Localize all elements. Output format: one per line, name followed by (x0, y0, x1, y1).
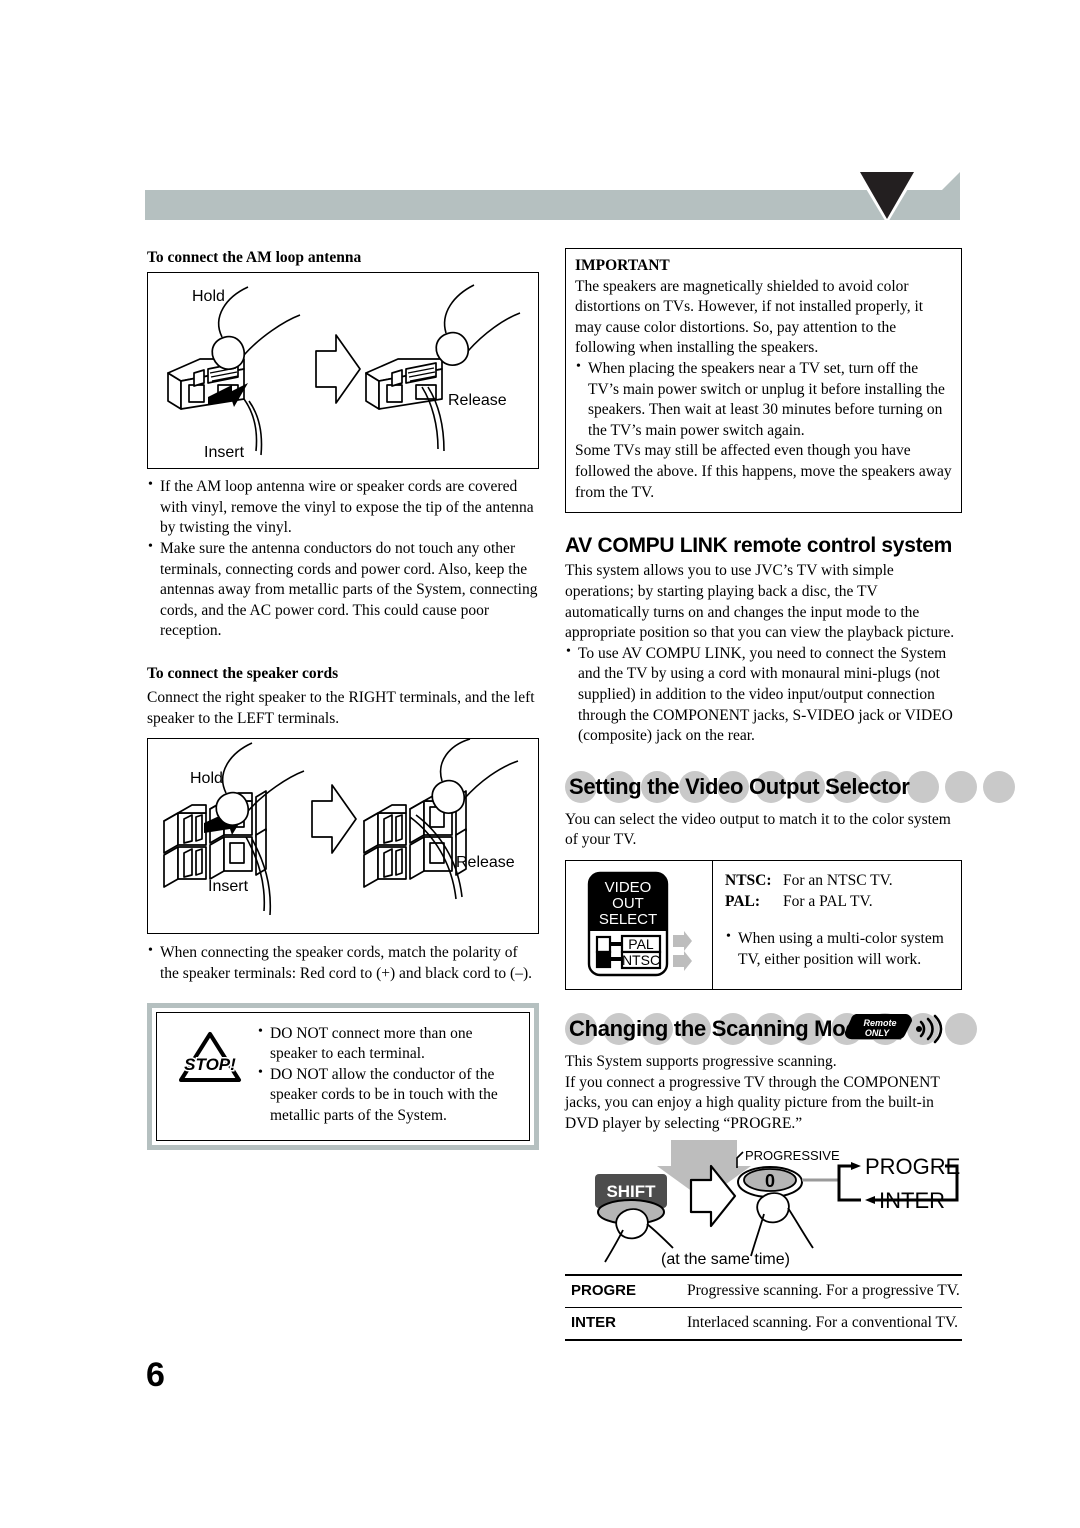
antenna-section-heading: To connect the AM loop antenna (147, 249, 362, 266)
stop-icon-label: STOP! (184, 1055, 236, 1074)
banner-bar (145, 190, 960, 220)
page-header-banner (145, 172, 960, 224)
switch-label-line3: SELECT (599, 911, 657, 928)
table-row: NTSC: For an NTSC TV. (725, 871, 953, 892)
switch-label-line1: VIDEO (605, 879, 652, 896)
important-box: IMPORTANT The speakers are magnetically … (565, 248, 962, 514)
antenna-bullet-list: If the AM loop antenna wire or speaker c… (147, 476, 539, 642)
mode-description: Interlaced scanning. For a conventional … (681, 1307, 962, 1341)
figure-label-release: Release (448, 392, 507, 409)
video-output-heading-text: Setting the Video Output Selector (569, 773, 910, 799)
mode-key: INTER (565, 1307, 681, 1341)
table-row: PROGRE Progressive scanning. For a progr… (565, 1274, 962, 1308)
banner-gray-triangle-icon (912, 172, 960, 220)
remote-only-badge: Remote ONLY (843, 1013, 951, 1046)
list-item: When connecting the speaker cords, match… (147, 942, 539, 984)
list-item: To use AV COMPU LINK, you need to connec… (565, 643, 962, 747)
important-paragraph-2: Some TVs may still be affected even thou… (575, 442, 952, 501)
shift-button-label: SHIFT (606, 1182, 656, 1201)
scanning-mode-heading-text: Changing the Scanning Mode (569, 1016, 871, 1042)
important-title: IMPORTANT (575, 257, 670, 274)
ntsc-key: NTSC: (725, 872, 772, 890)
figure-label-insert: Insert (204, 444, 245, 461)
avcompu-section: AV COMPU LINK remote control system This… (565, 534, 962, 746)
speaker-cords-illustration: Hold Insert Release (163, 739, 519, 916)
manual-page: To connect the AM loop antenna Hold Inse… (0, 0, 1080, 1528)
important-paragraph-1: The speakers are magnetically shielded t… (575, 277, 924, 357)
speaker-section-heading: To connect the speaker cords (147, 665, 339, 683)
pal-key: PAL: (725, 892, 761, 910)
figure-label-hold: Hold (192, 288, 225, 305)
scanning-mode-section-heading: Changing the Scanning Mode Remote ONLY (565, 1009, 977, 1049)
remote-badge-line2: ONLY (865, 1028, 890, 1038)
table-row: INTER Interlaced scanning. For a convent… (565, 1307, 962, 1341)
list-item: DO NOT connect more than one speaker to … (257, 1023, 519, 1065)
right-column: IMPORTANT The speakers are magnetically … (565, 248, 1015, 1343)
video-output-note-list: When using a multi-color system TV, eith… (725, 928, 953, 970)
scanning-mode-table: PROGRE Progressive scanning. For a progr… (565, 1274, 962, 1343)
list-item: If the AM loop antenna wire or speaker c… (147, 476, 539, 539)
progressive-label: PROGRESSIVE (745, 1148, 840, 1163)
progressive-button-label: 0 (765, 1171, 775, 1191)
video-output-intro: You can select the video output to match… (565, 810, 951, 849)
figure-label-release: Release (456, 854, 515, 871)
pal-value: For a PAL TV. (783, 892, 873, 910)
remote-badge-line1: Remote (863, 1018, 896, 1028)
figure-label-hold: Hold (190, 770, 223, 787)
warning-list: DO NOT connect more than one speaker to … (257, 1023, 519, 1127)
avcompu-paragraph: This system allows you to use JVC’s TV w… (565, 562, 955, 642)
list-item: When placing the speakers near a TV set,… (575, 358, 952, 441)
video-out-switch-cell: VIDEO OUT SELECT PAL NTSC (566, 861, 713, 990)
video-output-descriptions: NTSC: For an NTSC TV. PAL: For a PAL TV.… (713, 861, 961, 989)
mode-key: PROGRE (565, 1274, 681, 1308)
list-item: When using a multi-color system TV, eith… (725, 928, 953, 970)
table-bottom-rule (565, 1339, 962, 1343)
figure-label-insert: Insert (208, 878, 249, 895)
table-row: PAL: For a PAL TV. (725, 892, 953, 913)
at-the-same-time-label: (at the same time) (661, 1251, 790, 1268)
speaker-intro-text: Connect the right speaker to the RIGHT t… (147, 689, 535, 727)
left-column: To connect the AM loop antenna Hold Inse… (147, 248, 539, 1150)
shift-progressive-illustration: SHIFT PROGRESSIVE 0 PROGRE INTER (at the… (595, 1140, 960, 1268)
cycle-label-progre: PROGRE (865, 1154, 960, 1179)
video-out-select-switch-graphic: VIDEO OUT SELECT PAL NTSC (587, 871, 692, 977)
speaker-polarity-bullet-list: When connecting the speaker cords, match… (147, 942, 539, 984)
ntsc-value: For an NTSC TV. (783, 872, 893, 890)
video-output-section-heading: Setting the Video Output Selector (565, 767, 1015, 807)
switch-position-ntsc: NTSC (622, 952, 660, 968)
speaker-cords-figure: Hold Insert Release (147, 738, 539, 935)
avcompu-heading: AV COMPU LINK remote control system (565, 534, 953, 558)
banner-black-triangle-icon (860, 172, 914, 219)
remote-only-icon: Remote ONLY (844, 1014, 943, 1044)
switch-position-pal: PAL (628, 936, 654, 952)
cycle-label-inter: INTER (879, 1188, 945, 1213)
page-number: 6 (146, 1356, 165, 1394)
switch-label-line2: OUT (612, 895, 644, 912)
warning-box: STOP! DO NOT connect more than one speak… (147, 1002, 539, 1150)
mode-description: Progressive scanning. For a progressive … (681, 1274, 962, 1308)
stop-icon: STOP! (179, 1031, 241, 1082)
scanning-mode-paragraph: This System supports progressive scannin… (565, 1053, 940, 1132)
stop-icon-cell: STOP! (167, 1024, 253, 1127)
am-antenna-figure: Hold Insert Release (147, 272, 539, 470)
video-output-selector-table: VIDEO OUT SELECT PAL NTSC NTSC: For an N… (565, 860, 962, 991)
list-item: Make sure the antenna conductors do not … (147, 538, 539, 642)
am-antenna-illustration: Hold Insert Release (167, 284, 521, 461)
important-bullet-list: When placing the speakers near a TV set,… (575, 358, 952, 441)
avcompu-bullet-list: To use AV COMPU LINK, you need to connec… (565, 643, 962, 747)
scanning-mode-diagram: SHIFT PROGRESSIVE 0 PROGRE INTER (at the… (565, 1138, 962, 1268)
list-item: DO NOT allow the conductor of the speake… (257, 1064, 519, 1127)
